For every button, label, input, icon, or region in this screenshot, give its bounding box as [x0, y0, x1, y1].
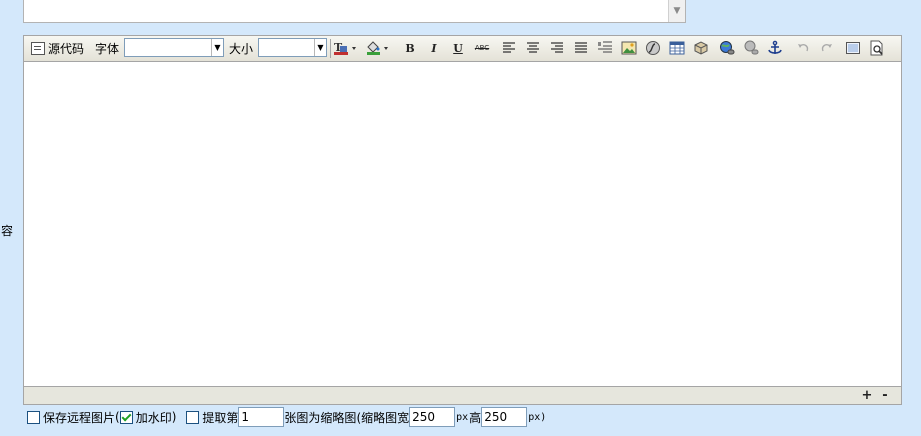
content-field-label: 容	[1, 224, 14, 238]
globe-link-icon	[720, 41, 735, 55]
size-label: 大小	[229, 42, 254, 56]
editor-options-row: 保存远程图片 ( 加水印 ) 提取第 1 张图为缩略图 (缩略图宽 250 px…	[27, 405, 547, 429]
paren-close: )	[171, 410, 177, 424]
align-justify-icon	[575, 42, 587, 53]
extract-thumbnail-checkbox[interactable]	[186, 410, 200, 424]
font-color-icon: T	[334, 41, 356, 55]
media-box-icon	[694, 41, 708, 55]
undo-icon	[798, 44, 809, 52]
insert-image-button[interactable]	[620, 39, 638, 57]
align-left-button[interactable]	[500, 39, 518, 57]
previous-textarea[interactable]: ▼	[23, 0, 686, 23]
italic-button[interactable]: I	[425, 39, 443, 57]
align-right-icon	[551, 42, 563, 53]
insert-flash-button[interactable]	[644, 39, 662, 57]
fullscreen-button[interactable]	[844, 39, 862, 57]
flash-icon	[646, 41, 660, 55]
strikethrough-button[interactable]: ABC	[473, 39, 491, 57]
redo-button[interactable]	[818, 39, 836, 57]
toolbar-separator	[330, 39, 331, 58]
watermark-checkbox[interactable]	[119, 410, 133, 424]
align-justify-button[interactable]	[572, 39, 590, 57]
grow-editor-button[interactable]: +	[860, 387, 874, 404]
source-code-label: 源代码	[48, 41, 85, 56]
insert-anchor-button[interactable]	[766, 39, 784, 57]
thumb-width-label: (缩略图宽	[356, 410, 410, 425]
align-right-button[interactable]	[548, 39, 566, 57]
fullscreen-icon	[846, 42, 860, 54]
editor-content-area[interactable]	[24, 62, 901, 386]
undo-button[interactable]	[794, 39, 812, 57]
font-select[interactable]: ▼	[124, 38, 224, 57]
chevron-down-icon[interactable]: ▼	[314, 39, 326, 56]
image-index-input[interactable]: 1	[238, 407, 285, 427]
chevron-down-icon[interactable]: ▼	[211, 39, 223, 56]
preview-icon	[870, 40, 883, 56]
thumb-height-label: 高	[469, 410, 482, 425]
rich-text-editor: 源代码 字体 ▼ 大小 ▼ T B I U ABC + -	[23, 35, 902, 405]
preview-button[interactable]	[868, 39, 886, 57]
horizontal-rule-icon	[598, 41, 612, 53]
bold-button[interactable]: B	[401, 39, 419, 57]
shrink-editor-button[interactable]: -	[878, 387, 892, 404]
insert-link-button[interactable]	[718, 39, 736, 57]
anchor-icon	[768, 40, 782, 54]
image-icon	[621, 41, 637, 55]
underline-button[interactable]: U	[449, 39, 467, 57]
insert-media-button[interactable]	[692, 39, 710, 57]
thumb-width-unit: px	[456, 411, 469, 423]
unlink-icon	[744, 40, 759, 55]
thumbnail-label: 张图为缩略图	[284, 410, 357, 425]
editor-toolbar: 源代码 字体 ▼ 大小 ▼ T B I U ABC	[24, 36, 901, 62]
thumb-height-unit: px)	[528, 411, 547, 423]
align-left-icon	[503, 42, 515, 53]
scroll-down-icon[interactable]: ▼	[672, 6, 682, 16]
editor-resize-bar: + -	[24, 386, 901, 404]
watermark-label: 加水印	[135, 410, 172, 425]
background-color-button[interactable]	[365, 39, 391, 57]
font-color-button[interactable]: T	[333, 39, 359, 57]
save-remote-images-checkbox[interactable]	[27, 410, 40, 424]
source-code-button[interactable]: 源代码	[31, 40, 84, 56]
save-remote-images-label: 保存远程图片	[43, 410, 116, 425]
thumb-width-input[interactable]: 250	[409, 407, 456, 427]
textarea-scrollbar[interactable]: ▼	[668, 0, 685, 22]
align-center-icon	[527, 42, 539, 53]
source-code-icon	[31, 41, 45, 55]
size-select[interactable]: ▼	[258, 38, 327, 57]
horizontal-rule-button[interactable]	[596, 39, 614, 57]
thumb-height-input[interactable]: 250	[481, 407, 528, 427]
align-center-button[interactable]	[524, 39, 542, 57]
paint-bucket-icon	[367, 41, 388, 55]
table-icon	[669, 41, 685, 55]
extract-thumbnail-label: 提取第	[202, 410, 239, 425]
remove-link-button[interactable]	[742, 39, 760, 57]
font-label: 字体	[95, 42, 120, 56]
redo-icon	[821, 44, 832, 52]
insert-table-button[interactable]	[668, 39, 686, 57]
